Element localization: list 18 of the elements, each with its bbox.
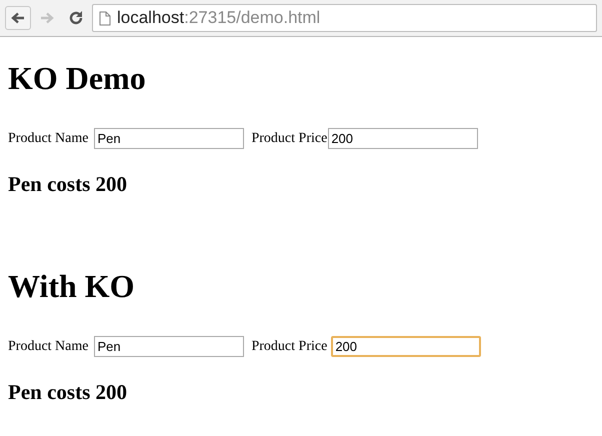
back-button[interactable] xyxy=(5,6,31,30)
section-heading: KO Demo xyxy=(8,60,146,96)
price-summary: Pen costs 200 xyxy=(8,171,127,197)
page-icon xyxy=(99,10,111,26)
text-field[interactable]: Pen xyxy=(94,128,244,149)
url-text: localhost:27315/demo.html xyxy=(117,7,320,30)
field-label: Product Price xyxy=(251,338,328,356)
field-label: Product Name xyxy=(8,130,88,148)
address-bar[interactable]: localhost:27315/demo.html xyxy=(92,4,597,32)
text-field[interactable]: Pen xyxy=(94,336,244,357)
field-label: Product Price xyxy=(251,130,328,148)
price-summary: Pen costs 200 xyxy=(8,379,127,405)
text-field[interactable]: 200 xyxy=(328,128,478,149)
section-heading: With KO xyxy=(8,268,135,304)
text-field[interactable]: 200 xyxy=(331,336,482,357)
right-arrow-icon xyxy=(40,12,54,24)
left-arrow-icon xyxy=(11,12,25,24)
field-label: Product Name xyxy=(8,338,88,356)
